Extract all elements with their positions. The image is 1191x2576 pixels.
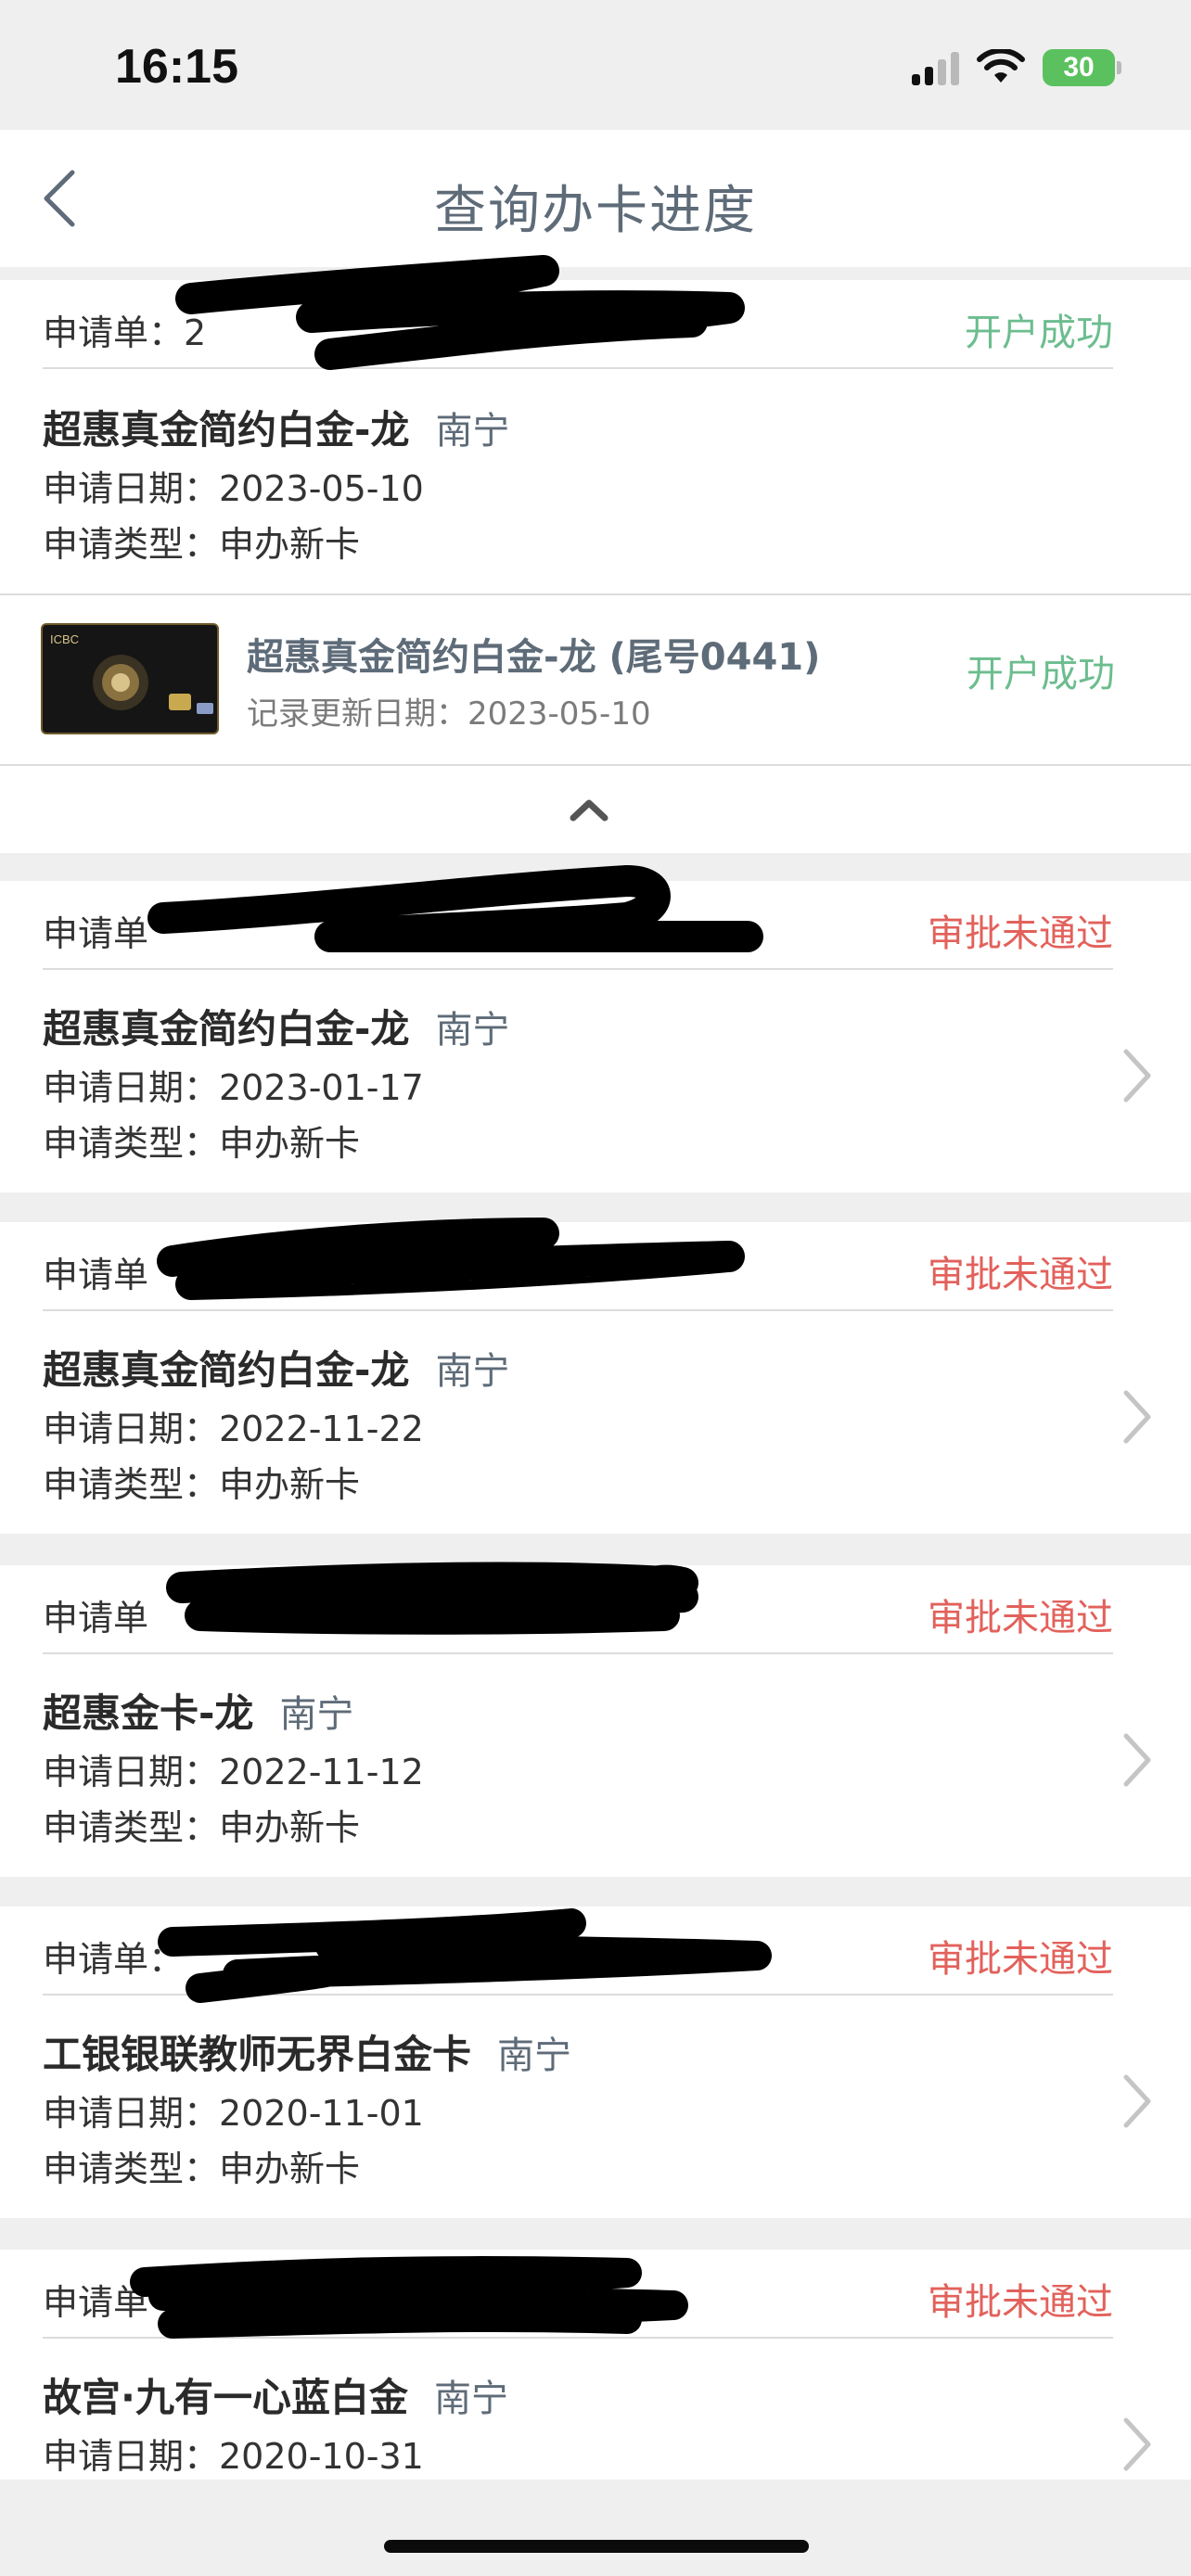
chevron-right-icon [1123,1390,1151,1444]
application-card[interactable]: 申请单 审批未通过 超惠真金简约白金-龙 南宁 申请日期：2023-01-17 申… [0,865,1191,1192]
card-name-text: 超惠真金简约白金-龙 [43,407,410,453]
application-status: 审批未通过 [928,1938,1113,1981]
collapse-toggle[interactable] [0,764,1191,853]
application-status: 审批未通过 [928,1254,1113,1296]
apply-type: 申请类型：申办新卡 [43,1807,361,1848]
card-name: 超惠真金简约白金-龙 南宁 [43,1339,509,1396]
battery-level: 30 [1063,52,1095,83]
redaction-scribble [157,1218,745,1300]
card-name-text: 超惠金卡-龙 [43,1690,254,1736]
application-number-label: 申请单 [43,913,149,954]
application-number-label: 申请单 [43,1255,149,1295]
application-number-label: 申请单 [43,1598,149,1639]
apply-date: 申请日期：2022-11-12 [43,1752,424,1792]
application-status: 审批未通过 [928,2281,1113,2324]
city: 南宁 [433,2378,508,2420]
status-bar: 16:15 30 [0,0,1191,130]
card-name-text: 超惠真金简约白金-龙 [43,1006,410,1052]
card-record-status: 开户成功 [967,653,1115,695]
card-name: 故宫·九有一心蓝白金 南宁 [43,2366,508,2423]
status-icons: 30 [912,45,1121,91]
apply-date: 申请日期：2020-10-31 [43,2436,424,2477]
chevron-right-icon [1123,2417,1151,2471]
card-brand: ICBC [50,632,79,646]
nav-bar: 查询办卡进度 [0,130,1191,267]
apply-type: 申请类型：申办新卡 [43,524,361,565]
card-record-title: 超惠真金简约白金-龙 (尾号0441) [247,636,821,679]
city: 南宁 [435,1350,510,1393]
apply-type: 申请类型：申办新卡 [43,1464,361,1505]
status-time: 16:15 [115,40,238,94]
redaction-scribble [166,1562,698,1635]
application-header: 申请单： 审批未通过 [43,1906,1113,2003]
card-name-text: 故宫·九有一心蓝白金 [43,2375,408,2420]
city: 南宁 [497,2034,572,2077]
card-name: 超惠金卡-龙 南宁 [43,1682,353,1739]
apply-date: 申请日期：2020-11-01 [43,2093,424,2134]
card-record[interactable]: ICBC 超惠真金简约白金-龙 (尾号0441) 记录更新日期：2023-05-… [0,593,1191,764]
redaction-scribble [130,2256,688,2339]
apply-type: 申请类型：申办新卡 [43,1123,361,1164]
apply-type: 申请类型：申办新卡 [43,2149,361,2189]
wifi-icon [977,49,1025,83]
application-card[interactable]: 申请单： 审批未通过 工银银联教师无界白金卡 南宁 申请日期：2020-11-01… [0,1906,1191,2218]
chevron-up-icon[interactable] [568,796,610,823]
card-record-date: 记录更新日期：2023-05-10 [247,695,651,733]
apply-date: 申请日期：2023-05-10 [43,468,424,509]
card-name: 超惠真金简约白金-龙 南宁 [43,399,509,455]
card-name-text: 超惠真金简约白金-龙 [43,1347,410,1393]
application-header: 申请单：2 开户成功 [43,255,1113,370]
chevron-right-icon [1123,1733,1151,1787]
city: 南宁 [435,1009,510,1052]
card-name: 工银银联教师无界白金卡 南宁 [43,2023,571,2080]
application-header: 申请单 审批未通过 [43,2250,1113,2339]
battery-icon: 30 [1043,49,1121,86]
application-header: 申请单 审批未通过 [43,865,1113,970]
card-name: 超惠真金简约白金-龙 南宁 [43,998,509,1054]
home-indicator[interactable] [384,2540,809,2553]
apply-date: 申请日期：2022-11-22 [43,1409,424,1449]
city: 南宁 [279,1693,354,1736]
application-card[interactable]: 申请单 审批未通过 超惠真金简约白金-龙 南宁 申请日期：2022-11-22 申… [0,1218,1191,1534]
cellular-signal-icon [912,50,959,85]
redaction-scribble [158,1908,772,2003]
apply-date: 申请日期：2023-01-17 [43,1067,424,1108]
city: 南宁 [435,410,510,453]
redaction-scribble [147,865,763,952]
chevron-right-icon [1123,1049,1151,1103]
page-title: 查询办卡进度 [434,181,757,241]
redaction-scribble [175,255,745,370]
application-card[interactable]: 申请单 审批未通过 超惠金卡-龙 南宁 申请日期：2022-11-12 申请类型：… [0,1562,1191,1877]
application-status: 审批未通过 [928,1597,1113,1639]
application-status: 审批未通过 [928,912,1113,955]
application-header: 申请单 审批未通过 [43,1218,1113,1311]
application-header: 申请单 审批未通过 [43,1562,1113,1654]
application-card: 申请单：2 开户成功 超惠真金简约白金-龙 南宁 申请日期：2023-05-10 … [0,255,1191,593]
application-card[interactable]: 申请单 审批未通过 故宫·九有一心蓝白金 南宁 申请日期：2020-10-31 [0,2250,1191,2480]
application-status: 开户成功 [965,312,1113,354]
card-name-text: 工银银联教师无界白金卡 [43,2032,472,2077]
chevron-right-icon [1123,2074,1151,2128]
card-thumbnail: ICBC [41,623,219,734]
